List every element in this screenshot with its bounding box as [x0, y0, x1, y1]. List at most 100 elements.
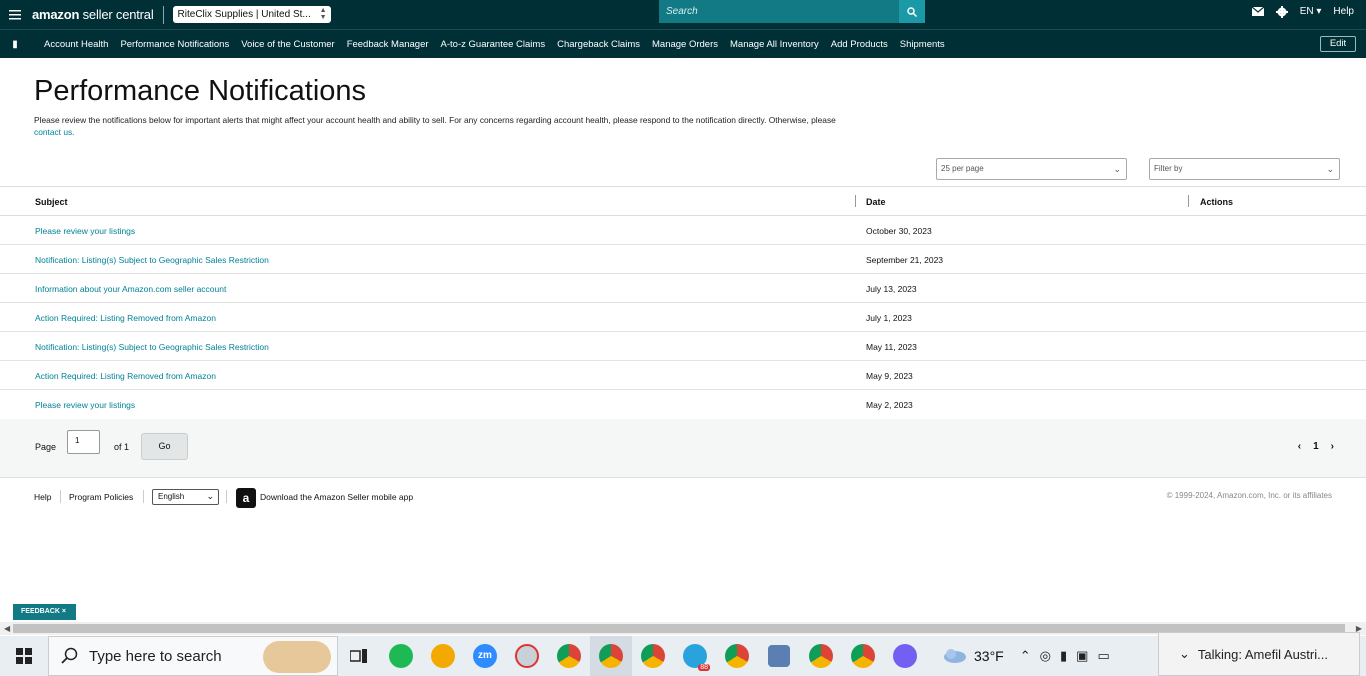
updown-icon: ▲ ▼ — [319, 7, 327, 21]
language-dropdown[interactable]: English ⌄ — [152, 489, 219, 505]
chevron-up-icon[interactable]: ⌃ — [1020, 648, 1031, 664]
chrome-profile-s-icon[interactable] — [800, 636, 842, 676]
nav-shipments[interactable]: Shipments — [900, 39, 945, 50]
taskbar-search-placeholder: Type here to search — [89, 647, 222, 665]
scroll-thumb[interactable] — [13, 624, 1345, 633]
talking-label: Talking: Amefil Austri... — [1197, 646, 1328, 662]
notification-subject-link[interactable]: Information about your Amazon.com seller… — [35, 284, 226, 294]
table-row: Please review your listings October 30, 2… — [0, 216, 1366, 245]
prev-page-icon[interactable]: ‹ — [1298, 441, 1301, 452]
page-count: of 1 — [114, 442, 130, 452]
taskbar-search-input[interactable]: Type here to search — [48, 636, 338, 676]
nav-account-health[interactable]: Account Health — [44, 39, 108, 50]
menu-icon[interactable] — [0, 0, 30, 29]
notification-subject-link[interactable]: Please review your listings — [35, 400, 135, 410]
battery-icon[interactable]: ▭ — [1097, 648, 1109, 664]
screen-icon[interactable]: ▣ — [1076, 648, 1088, 664]
chevron-down-icon[interactable]: ⌄ — [1179, 646, 1190, 662]
header-date[interactable]: Date — [866, 197, 886, 207]
search-input[interactable]: Search — [659, 0, 899, 23]
windows-start-icon[interactable] — [0, 636, 48, 676]
help-link[interactable]: Help — [1333, 6, 1354, 17]
notification-badge: 88 — [698, 664, 710, 671]
table-row: Notification: Listing(s) Subject to Geog… — [0, 245, 1366, 274]
bookmark-icon[interactable]: ▮ — [0, 39, 30, 50]
spotify-icon[interactable] — [380, 636, 422, 676]
language-selector[interactable]: EN ▾ — [1300, 6, 1322, 17]
viber-icon[interactable] — [884, 636, 926, 676]
camera-icon[interactable]: ◎ — [1040, 648, 1051, 664]
page-number-input[interactable]: 1 — [67, 430, 100, 454]
table-row: Please review your listings May 2, 2023 — [0, 390, 1366, 419]
amazon-app-icon: a — [236, 488, 256, 508]
store-selector[interactable]: RiteClix Supplies | United St... ▲ ▼ — [172, 6, 331, 23]
mail-icon[interactable] — [1251, 7, 1264, 16]
search-icon — [907, 6, 917, 17]
next-page-icon[interactable]: › — [1331, 441, 1334, 452]
zoom-icon[interactable]: zm — [464, 636, 506, 676]
top-bar: amazon seller central RiteClix Supplies … — [0, 0, 1366, 29]
intro-text: Please review the notifications below fo… — [34, 115, 836, 137]
calculator-icon[interactable] — [758, 636, 800, 676]
chevron-down-icon: ⌄ — [1113, 164, 1121, 174]
talking-notification[interactable]: ⌄ Talking: Amefil Austri... — [1158, 632, 1360, 676]
feedback-button[interactable]: FEEDBACK × — [13, 604, 76, 620]
nav-a-to-z-claims[interactable]: A-to-z Guarantee Claims — [441, 39, 546, 50]
nav-voice-of-customer[interactable]: Voice of the Customer — [241, 39, 334, 50]
snip-icon[interactable] — [506, 636, 548, 676]
nav-chargeback-claims[interactable]: Chargeback Claims — [557, 39, 640, 50]
chevron-down-icon: ⌄ — [1326, 164, 1334, 174]
page-label: Page — [35, 442, 57, 452]
notification-subject-link[interactable]: Please review your listings — [35, 226, 135, 236]
notifications-table: Subject Date Actions Please review your … — [0, 186, 1366, 420]
microphone-icon[interactable]: ▮ — [1060, 648, 1067, 664]
scroll-left-icon[interactable]: ◀ — [4, 622, 10, 635]
notification-date: May 9, 2023 — [866, 371, 913, 381]
nav-feedback-manager[interactable]: Feedback Manager — [347, 39, 429, 50]
gear-icon[interactable] — [1275, 5, 1288, 18]
search-button[interactable] — [899, 0, 925, 23]
program-policies-link[interactable]: Program Policies — [69, 492, 133, 502]
notification-date: September 21, 2023 — [866, 255, 944, 265]
contact-us-link[interactable]: contact us. — [34, 127, 75, 137]
edit-nav-button[interactable]: Edit — [1320, 36, 1356, 52]
notification-subject-link[interactable]: Notification: Listing(s) Subject to Geog… — [35, 342, 269, 352]
nav-bar: ▮ Account Health Performance Notificatio… — [0, 29, 1366, 58]
chrome-profile-r-icon[interactable] — [842, 636, 884, 676]
go-button[interactable]: Go — [141, 433, 188, 460]
footer-help-link[interactable]: Help — [34, 492, 51, 502]
header-actions: Actions — [1200, 197, 1234, 207]
chrome-profile-m2-icon[interactable] — [716, 636, 758, 676]
chevron-down-icon: ⌄ — [206, 491, 214, 501]
notification-date: May 11, 2023 — [866, 342, 917, 352]
nav-manage-orders[interactable]: Manage Orders — [652, 39, 718, 50]
telegram-icon[interactable]: 88 — [674, 636, 716, 676]
chrome-profile-l-icon[interactable] — [590, 636, 632, 676]
temperature: 33°F — [974, 648, 1004, 664]
nav-manage-inventory[interactable]: Manage All Inventory — [730, 39, 819, 50]
footer-divider — [60, 490, 61, 503]
chevron-down-icon: ▾ — [1316, 6, 1322, 17]
header-subject[interactable]: Subject — [35, 197, 68, 207]
notification-subject-link[interactable]: Notification: Listing(s) Subject to Geog… — [35, 255, 269, 265]
download-app-link[interactable]: Download the Amazon Seller mobile app — [260, 492, 413, 502]
notification-date: May 2, 2023 — [866, 400, 913, 410]
nav-add-products[interactable]: Add Products — [831, 39, 888, 50]
per-page-select[interactable]: 25 per page ⌄ — [936, 158, 1127, 180]
nav-performance-notifications[interactable]: Performance Notifications — [120, 39, 229, 50]
filter-select[interactable]: Filter by ⌄ — [1149, 158, 1340, 180]
table-row: Action Required: Listing Removed from Am… — [0, 361, 1366, 390]
notification-subject-link[interactable]: Action Required: Listing Removed from Am… — [35, 371, 216, 381]
app-icon[interactable] — [422, 636, 464, 676]
top-right-actions: EN ▾ Help — [1251, 0, 1354, 23]
notification-subject-link[interactable]: Action Required: Listing Removed from Am… — [35, 313, 216, 323]
search-highlight-image — [263, 641, 331, 673]
system-tray: ⌃ ◎ ▮ ▣ ▭ — [1020, 648, 1110, 664]
chrome-profile-m-icon[interactable] — [632, 636, 674, 676]
seller-central-logo[interactable]: amazon seller central — [32, 7, 154, 22]
weather-widget[interactable]: 33°F — [942, 646, 1004, 666]
current-page[interactable]: 1 — [1313, 441, 1319, 452]
footer-divider — [143, 490, 144, 503]
chrome-icon[interactable] — [548, 636, 590, 676]
task-view-icon[interactable] — [338, 636, 380, 676]
